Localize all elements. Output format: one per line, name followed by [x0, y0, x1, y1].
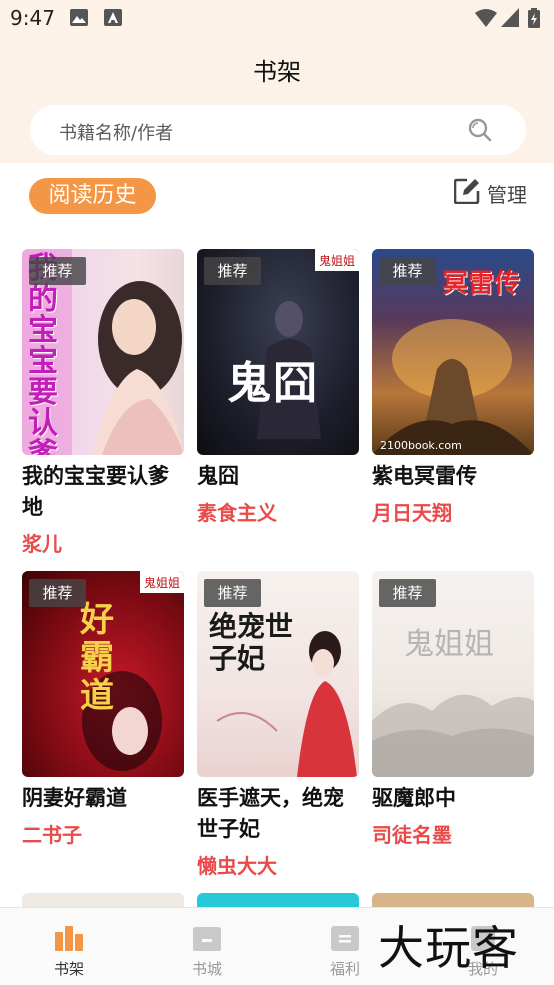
book-cover[interactable]: 绝宠世子妃 推荐 — [197, 571, 359, 777]
battery-icon — [528, 8, 540, 28]
recommend-tag: 推荐 — [379, 257, 436, 285]
app-notification-icon — [104, 9, 122, 26]
edit-icon — [454, 178, 480, 204]
cover-title: 鬼姐姐 — [404, 627, 494, 662]
cover-title: 好霸道 — [80, 600, 114, 716]
welfare-icon — [331, 926, 359, 951]
book-cover-partial[interactable] — [22, 893, 184, 907]
search-input[interactable]: 书籍名称/作者 — [30, 105, 526, 155]
wifi-icon — [475, 9, 497, 27]
nav-label: 书城 — [191, 960, 222, 978]
status-bar: 9:47 — [0, 0, 554, 36]
book-cover-partial[interactable] — [372, 893, 534, 907]
page-title: 书架 — [253, 58, 301, 86]
book-author[interactable]: 司徒名墨 — [372, 819, 452, 848]
recommend-tag: 推荐 — [204, 257, 261, 285]
book-author[interactable]: 二书子 — [22, 819, 82, 848]
header-area: 9:47 书架 书籍名称/作者 — [0, 0, 554, 163]
search-icon[interactable] — [467, 117, 493, 143]
book-author[interactable]: 懒虫大大 — [197, 850, 277, 879]
book-title[interactable]: 驱魔郎中 — [372, 783, 534, 814]
book-title[interactable]: 医手遮天，绝宠世子妃 — [197, 783, 359, 845]
book-title[interactable]: 阴妻好霸道 — [22, 783, 184, 814]
status-time: 9:47 — [10, 6, 55, 30]
recommend-tag: 推荐 — [379, 579, 436, 607]
bookstore-icon — [193, 927, 221, 951]
nav-bookshelf[interactable]: 书架 — [0, 908, 138, 985]
nav-label: 书架 — [53, 960, 84, 978]
image-notification-icon — [70, 9, 88, 26]
search-placeholder: 书籍名称/作者 — [59, 123, 174, 144]
svg-text:鬼姐姐: 鬼姐姐 — [144, 575, 180, 590]
bookshelf-icon — [55, 926, 83, 951]
recommend-tag: 推荐 — [29, 257, 86, 285]
nav-bookstore[interactable]: 书城 — [138, 908, 276, 985]
recommend-tag: 推荐 — [29, 579, 86, 607]
book-cover[interactable]: 鬼姐姐 推荐 — [372, 571, 534, 777]
book-cover-partial[interactable] — [197, 893, 359, 907]
book-cover[interactable]: 2100book.com 冥雷传 推荐 — [372, 249, 534, 455]
book-cover[interactable]: 鬼姐姐 鬼囧 推荐 — [197, 249, 359, 455]
book-cover[interactable]: 鬼姐姐 好霸道 推荐 — [22, 571, 184, 777]
signal-icon — [501, 8, 519, 27]
book-author[interactable]: 素食主义 — [197, 497, 277, 526]
manage-label: 管理 — [487, 183, 527, 207]
cover-title: 冥雷传 — [442, 269, 521, 299]
svg-text:鬼姐姐: 鬼姐姐 — [319, 253, 355, 268]
reading-history-button[interactable]: 阅读历史 — [29, 178, 156, 214]
book-author[interactable]: 浆儿 — [22, 528, 62, 557]
recommend-tag: 推荐 — [204, 579, 261, 607]
book-title[interactable]: 紫电冥雷传 — [372, 461, 534, 492]
book-author[interactable]: 月日天翔 — [372, 497, 452, 526]
cover-title: 绝宠世子妃 — [209, 610, 294, 675]
svg-text:2100book.com: 2100book.com — [380, 439, 462, 452]
book-title[interactable]: 我的宝宝要认爹地 — [22, 461, 184, 523]
book-cover[interactable]: 我的宝宝要认爹地 推荐 — [22, 249, 184, 455]
watermark-logo: 大玩客 — [378, 921, 519, 975]
cover-title: 鬼囧 — [227, 358, 319, 409]
book-title[interactable]: 鬼囧 — [197, 461, 359, 492]
